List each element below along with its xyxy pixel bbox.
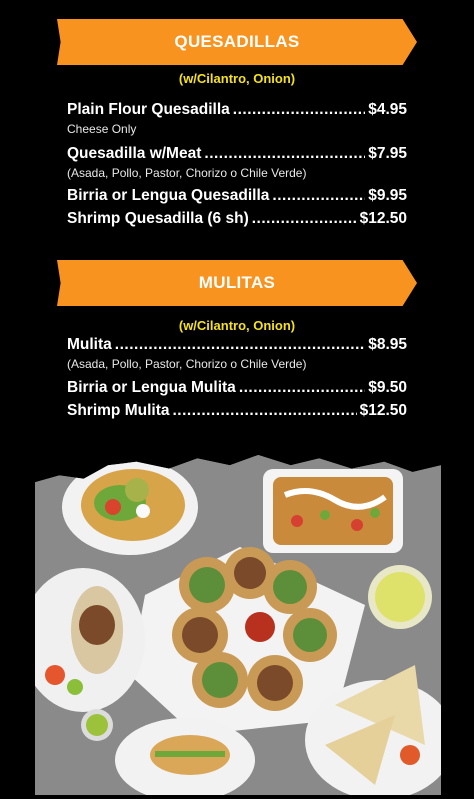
mulitas-banner: MULITAS	[57, 260, 417, 306]
menu-item: Quesadilla w/Meat $7.95	[67, 145, 407, 163]
food-photo	[35, 455, 441, 795]
item-price: $12.50	[359, 210, 407, 227]
item-note: (Asada, Pollo, Pastor, Chorizo o Chile V…	[67, 166, 307, 180]
item-price: $9.95	[368, 187, 407, 204]
menu-item: Birria or Lengua Mulita $9.50	[67, 379, 407, 397]
item-note: Cheese Only	[67, 122, 137, 136]
menu-item: Shrimp Mulita $12.50	[67, 402, 407, 420]
menu-item: Mulita $8.95	[67, 336, 407, 354]
item-price: $4.95	[368, 101, 407, 118]
item-name: Mulita	[67, 336, 112, 353]
item-name: Quesadilla w/Meat	[67, 145, 202, 162]
menu-item: Plain Flour Quesadilla $4.95	[67, 101, 407, 119]
item-name: Plain Flour Quesadilla	[67, 101, 230, 118]
item-price: $8.95	[368, 336, 407, 353]
quesadillas-title: QUESADILLAS	[174, 32, 300, 51]
item-price: $12.50	[359, 402, 407, 419]
menu-item: Birria or Lengua Quesadilla $9.95	[67, 187, 407, 205]
mulitas-title: MULITAS	[198, 273, 276, 292]
item-name: Birria or Lengua Mulita	[67, 379, 236, 396]
item-name: Shrimp Mulita	[67, 402, 170, 419]
item-price: $9.50	[368, 379, 407, 396]
item-name: Shrimp Quesadilla (6 sh)	[67, 210, 249, 227]
quesadillas-banner: QUESADILLAS	[57, 19, 417, 65]
mulitas-subtitle: (w/Cilantro, Onion)	[178, 318, 296, 333]
item-price: $7.95	[368, 145, 407, 162]
item-name: Birria or Lengua Quesadilla	[67, 187, 270, 204]
quesadillas-subtitle: (w/Cilantro, Onion)	[178, 71, 296, 86]
menu-item: Shrimp Quesadilla (6 sh) $12.50	[67, 210, 407, 228]
item-note: (Asada, Pollo, Pastor, Chorizo o Chile V…	[67, 357, 307, 371]
